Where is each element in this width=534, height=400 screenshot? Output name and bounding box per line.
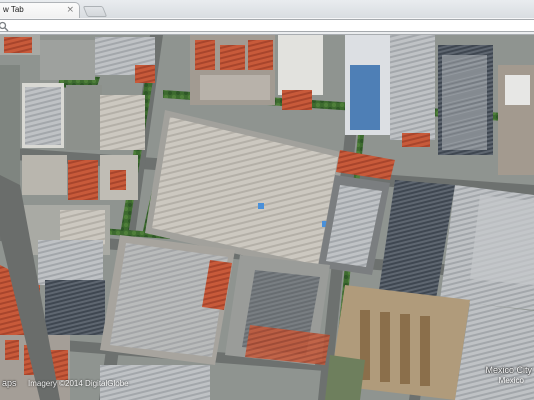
imagery-attribution: Imagery ©2014 DigitalGlobe xyxy=(28,379,129,388)
tab-title: w Tab xyxy=(3,5,24,14)
map-brand-label: aps xyxy=(2,378,17,388)
browser-tab[interactable]: w Tab × xyxy=(0,2,80,18)
search-icon xyxy=(0,21,9,32)
close-icon[interactable]: × xyxy=(66,4,74,16)
tab-strip: w Tab × xyxy=(0,0,534,19)
satellite-map[interactable]: aps Imagery ©2014 DigitalGlobe Mexico Ci… xyxy=(0,35,534,400)
place-label-city: Mexico City xyxy=(485,365,532,375)
browser-toolbar xyxy=(0,18,534,35)
place-label-country: Mexico xyxy=(498,376,524,385)
new-tab-icon[interactable] xyxy=(82,6,108,17)
address-bar[interactable] xyxy=(0,19,534,32)
satellite-imagery xyxy=(0,35,534,400)
